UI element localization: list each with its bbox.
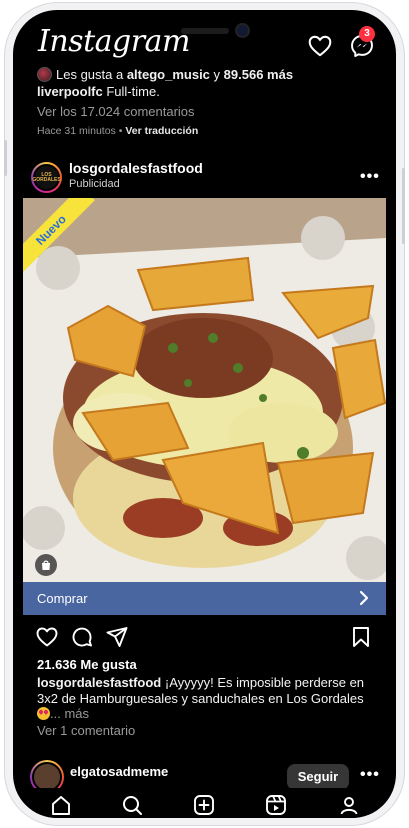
food-illustration bbox=[23, 198, 386, 582]
post-username[interactable]: losgordalesfastfood bbox=[69, 160, 203, 176]
top-bar: Instagram 3 bbox=[13, 10, 396, 70]
phone-volume-button bbox=[4, 140, 7, 176]
home-icon[interactable] bbox=[50, 794, 72, 816]
next-post-options-icon[interactable]: ••• bbox=[360, 766, 380, 784]
likes-others[interactable]: 89.566 más bbox=[224, 67, 293, 82]
post-time: Hace 31 minutos bbox=[37, 125, 116, 137]
heart-icon[interactable] bbox=[307, 33, 333, 59]
likes-prefix: Les gusta a bbox=[56, 67, 127, 82]
bottom-nav bbox=[13, 788, 396, 818]
reels-icon[interactable] bbox=[265, 794, 287, 816]
previous-caption-user[interactable]: liverpoolfc bbox=[37, 84, 103, 99]
buy-label: Comprar bbox=[37, 591, 88, 606]
shopping-bag-icon[interactable] bbox=[35, 554, 57, 576]
instagram-logo[interactable]: Instagram bbox=[38, 24, 190, 59]
view-comments-link[interactable]: Ver 1 comentario bbox=[37, 723, 135, 738]
caption-more[interactable]: ... más bbox=[50, 706, 89, 721]
app-screen: Instagram 3 Les gusta a altego_music y 8… bbox=[13, 10, 396, 818]
likes-connector: y bbox=[209, 67, 224, 82]
previous-view-comments[interactable]: Ver los 17.024 comentarios bbox=[37, 104, 195, 119]
phone-camera bbox=[235, 23, 250, 38]
liked-by-user[interactable]: altego_music bbox=[127, 67, 210, 82]
save-bookmark-icon[interactable] bbox=[349, 625, 373, 649]
sponsored-label: Publicidad bbox=[69, 178, 120, 190]
like-heart-icon[interactable] bbox=[35, 625, 59, 649]
post-avatar-inner: LOS GORDALES bbox=[32, 164, 61, 191]
comment-icon[interactable] bbox=[70, 625, 94, 649]
separator: • bbox=[115, 125, 126, 137]
caption-username[interactable]: losgordalesfastfood bbox=[37, 675, 161, 690]
post-avatar[interactable]: LOS GORDALES bbox=[31, 162, 62, 193]
previous-post-likes: Les gusta a altego_music y 89.566 más li… bbox=[37, 66, 382, 100]
previous-post-timestamp: Hace 31 minutos • Ver traducción bbox=[37, 125, 198, 137]
buy-button[interactable]: Comprar bbox=[23, 582, 386, 615]
chevron-right-icon bbox=[359, 590, 369, 606]
liker-avatar bbox=[37, 67, 52, 82]
messages-badge: 3 bbox=[359, 26, 375, 42]
previous-caption-text: Full-time. bbox=[102, 84, 160, 99]
follow-button[interactable]: Seguir bbox=[287, 764, 349, 790]
post-image[interactable]: Nuevo bbox=[23, 198, 386, 582]
phone-side-button bbox=[402, 168, 405, 244]
profile-icon[interactable] bbox=[338, 794, 360, 816]
share-icon[interactable] bbox=[105, 625, 129, 649]
avatar-logo-text: LOS GORDALES bbox=[32, 171, 61, 183]
post-caption: losgordalesfastfood ¡Ayyyyy! Es imposibl… bbox=[37, 675, 372, 722]
new-post-icon[interactable] bbox=[193, 794, 215, 816]
likes-count[interactable]: 21.636 Me gusta bbox=[37, 657, 137, 672]
see-translation-link[interactable]: Ver traducción bbox=[125, 125, 198, 137]
search-icon[interactable] bbox=[121, 794, 143, 816]
post-options-icon[interactable]: ••• bbox=[360, 168, 380, 186]
next-post-username[interactable]: elgatosadmeme bbox=[70, 764, 168, 779]
heart-eyes-emoji-icon bbox=[37, 707, 50, 720]
phone-speaker bbox=[181, 28, 229, 34]
